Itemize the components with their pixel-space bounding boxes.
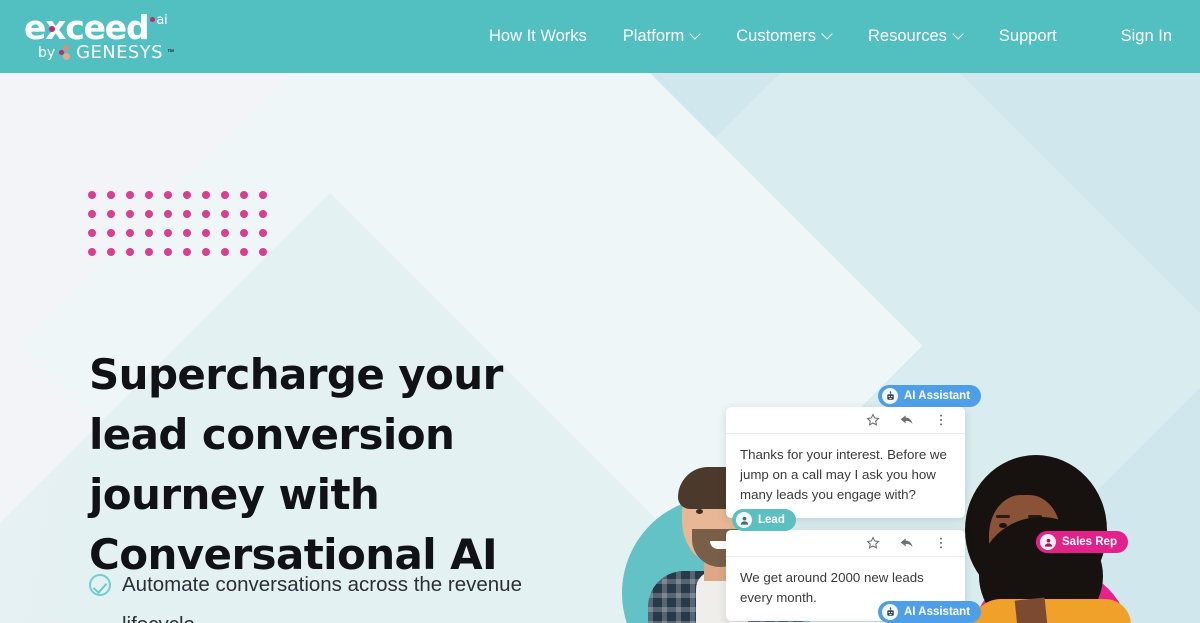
star-icon[interactable] xyxy=(865,535,881,551)
nav-item-how-it-works[interactable]: How It Works xyxy=(489,27,605,46)
badge-label: Sales Rep xyxy=(1062,536,1117,548)
star-icon[interactable] xyxy=(865,412,881,428)
nav-label: How It Works xyxy=(489,27,587,45)
robot-icon xyxy=(882,388,898,404)
person-icon xyxy=(1040,534,1056,550)
chevron-down-icon xyxy=(691,30,700,39)
person-icon xyxy=(736,512,752,528)
robot-icon xyxy=(882,604,898,620)
nav-item-support[interactable]: Support xyxy=(981,27,1075,46)
logo-word-exceed: exceed xyxy=(24,8,150,47)
chevron-down-icon xyxy=(954,30,963,39)
reply-icon[interactable] xyxy=(899,412,915,428)
logo-ai-dot-icon xyxy=(150,17,156,22)
badge-label: AI Assistant xyxy=(904,390,971,402)
chat-message-card-1[interactable]: Thanks for your interest. Before we jump… xyxy=(726,407,965,518)
nav-label: Resources xyxy=(868,27,947,45)
card-actions-row-2 xyxy=(726,530,965,557)
nav-label: Platform xyxy=(622,27,685,45)
sign-in-link[interactable]: Sign In xyxy=(1121,0,1172,73)
badge-label: AI Assistant xyxy=(904,606,971,618)
sign-in-label: Sign In xyxy=(1120,27,1172,45)
nav-label: Customers xyxy=(736,27,817,45)
logo-wordmark: exceed ai xyxy=(24,11,174,45)
conversation-mockup: AI Assistant Thanks for your interest. B… xyxy=(0,73,1200,623)
more-vertical-icon[interactable] xyxy=(933,412,949,428)
trademark-symbol: ™ xyxy=(166,49,174,56)
chevron-down-icon xyxy=(823,30,832,39)
chat-message-text-1: Thanks for your interest. Before we jump… xyxy=(740,447,947,502)
genesys-mark-icon xyxy=(59,44,72,61)
logo-ai-text: ai xyxy=(156,13,168,28)
badge-label: Lead xyxy=(758,514,785,526)
badge-sales-rep: Sales Rep xyxy=(1036,531,1128,553)
hero-section: AI Assistant Thanks for your interest. B… xyxy=(0,73,1200,623)
badge-ai-assistant-1: AI Assistant xyxy=(878,385,982,407)
badge-ai-assistant-2: AI Assistant xyxy=(878,601,982,623)
site-header: exceed ai by GENESYS ™ How It Works Plat… xyxy=(0,0,1200,73)
logo[interactable]: exceed ai by GENESYS ™ xyxy=(24,8,174,66)
logo-accent-dot xyxy=(49,26,55,32)
card-actions-row-1 xyxy=(726,407,965,434)
logo-ai-suffix: ai xyxy=(150,13,168,28)
nav-item-customers[interactable]: Customers xyxy=(718,27,850,46)
nav-label: Support xyxy=(998,27,1057,45)
primary-navigation: How It Works Platform Customers Resource… xyxy=(489,0,1075,73)
reply-icon[interactable] xyxy=(899,535,915,551)
hero-page: exceed ai by GENESYS ™ How It Works Plat… xyxy=(0,0,1200,623)
nav-item-resources[interactable]: Resources xyxy=(850,27,981,46)
badge-lead: Lead xyxy=(732,509,796,531)
more-vertical-icon[interactable] xyxy=(933,535,949,551)
nav-item-platform[interactable]: Platform xyxy=(605,27,718,46)
